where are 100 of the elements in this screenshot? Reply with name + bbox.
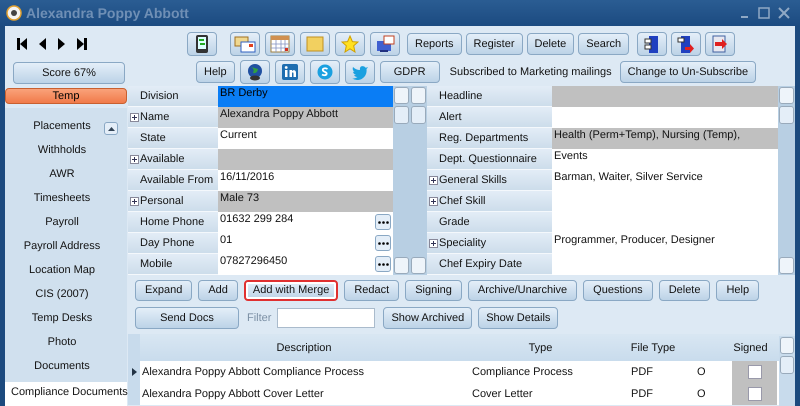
sidebar-item[interactable]: Documents [5,356,127,380]
mail-button[interactable] [230,32,260,56]
action-button[interactable]: Archive/Unarchive [468,280,578,300]
table-cell-text: PDF [630,366,654,378]
expand-icon[interactable] [429,196,438,206]
field-value[interactable]: Health (Perm+Temp), Nursing (Temp), [552,128,778,149]
expand-icon[interactable] [429,238,438,248]
label-text: Alert [439,111,462,123]
up-arrow-icon [108,126,114,130]
sidebar-item[interactable]: AWR [5,164,127,188]
action-button[interactable]: Questions [583,280,653,300]
action-button[interactable]: Add with Merge [244,280,338,300]
toggle-button[interactable]: Show Details [478,307,558,329]
label-text: Available [140,153,184,165]
bird-icon [350,64,369,80]
database-button[interactable] [637,32,668,56]
toolbar-button[interactable]: Reports [407,33,462,55]
next-record-icon[interactable] [58,38,65,50]
label-text: State [140,132,166,144]
filter-field[interactable] [277,308,376,328]
column-header[interactable]: Description [140,342,468,354]
table-cell-text: Alexandra Poppy Abbott Cover Letter [141,388,325,400]
web-button[interactable] [240,60,270,84]
checkbox[interactable] [748,387,762,401]
send-docs-button[interactable]: Send Docs [135,307,239,329]
exit-button[interactable] [705,32,736,56]
phone-button[interactable] [187,32,217,56]
expand-icon[interactable] [130,196,139,206]
checkbox[interactable] [748,365,762,379]
filter-label: Filter [247,312,272,324]
label-text: Dept. Questionnaire [439,153,537,165]
network-button[interactable] [274,60,305,84]
field-value[interactable]: 07827296450 [218,254,393,275]
maximize-icon[interactable] [758,7,770,19]
label-text: Personal [140,195,184,207]
sidebar-item[interactable]: CIS (2007) [5,284,127,308]
database-icon [644,34,660,54]
first-record-icon[interactable] [17,38,27,50]
scrollbar[interactable] [410,86,427,275]
action-button[interactable]: Signing [405,280,462,300]
sidebar-item[interactable]: Timesheets [5,188,127,212]
lookup-button[interactable] [375,214,391,230]
action-button[interactable]: Delete [658,280,710,300]
scroll-up-button[interactable] [104,122,118,135]
toolbar-button[interactable]: Register [466,33,522,55]
last-record-icon[interactable] [77,38,87,50]
label-text: Grade [439,216,470,228]
calendar-button[interactable] [265,32,295,56]
column-header[interactable]: Signed [728,342,773,354]
score-button[interactable]: Score 67% [13,62,125,84]
call-button[interactable] [310,60,340,84]
field-value[interactable]: 01632 299 284 [218,212,393,233]
phone-icon [195,34,209,54]
sidebar-item[interactable]: Payroll Address [5,236,127,260]
lookup-button[interactable] [375,256,391,272]
action-button[interactable]: Expand [135,280,192,300]
toolbar-button[interactable]: Delete [526,33,574,55]
sidebar-item[interactable]: Placements [5,116,127,140]
current-row-icon [132,368,136,376]
label-text: Day Phone [140,237,194,249]
field-value[interactable] [218,149,393,170]
gdpr-button[interactable]: GDPR [380,61,440,83]
expand-icon[interactable] [130,154,139,164]
sidebar-item[interactable]: Temp Desks [5,308,127,332]
field-value[interactable]: 01 [218,233,393,254]
scrollbar[interactable] [779,336,795,406]
action-button[interactable]: Redact [344,280,400,300]
sidebar-item[interactable]: Compliance Documents [5,382,127,406]
field-value[interactable]: Male 73 [218,191,393,212]
table-cell-text: Alexandra Poppy Abbott Compliance Process [141,366,365,378]
mail-tray-button[interactable] [370,32,400,56]
sidebar-tab[interactable]: Temp [5,88,127,104]
toolbar-button[interactable]: Search [578,33,630,55]
label-text: Chef Expiry Date [439,258,522,270]
scrollbar[interactable] [393,86,410,275]
field-value[interactable]: Alexandra Poppy Abbott [218,107,393,128]
previous-record-icon[interactable] [39,38,46,50]
column-header[interactable]: Type [468,342,613,354]
sidebar-item[interactable]: Photo [5,332,127,356]
action-button[interactable]: Add [198,280,238,300]
sidebar-item[interactable]: Payroll [5,212,127,236]
unsubscribe-button[interactable]: Change to Un-Subscribe [620,61,756,83]
action-button[interactable]: Help [716,280,760,300]
help-button[interactable]: Help [196,61,235,83]
scrollbar[interactable] [778,86,795,275]
toggle-button[interactable]: Show Archived [383,307,472,329]
field-value[interactable] [552,86,778,107]
database-export-button[interactable] [671,32,702,56]
lookup-button[interactable] [375,235,391,251]
label-text: Available From [140,174,214,186]
note-icon [306,36,324,52]
field-value[interactable]: BR Derby [218,86,393,107]
column-header[interactable]: File Type [613,342,693,354]
expand-icon[interactable] [429,176,438,184]
sidebar-item[interactable]: Location Map [5,260,127,284]
label-text: Speciality [439,237,486,249]
table-cell-text: PDF [630,388,654,400]
expand-icon[interactable] [130,112,139,122]
sidebar-item[interactable]: Withholds [5,140,127,164]
close-icon[interactable] [778,7,790,19]
